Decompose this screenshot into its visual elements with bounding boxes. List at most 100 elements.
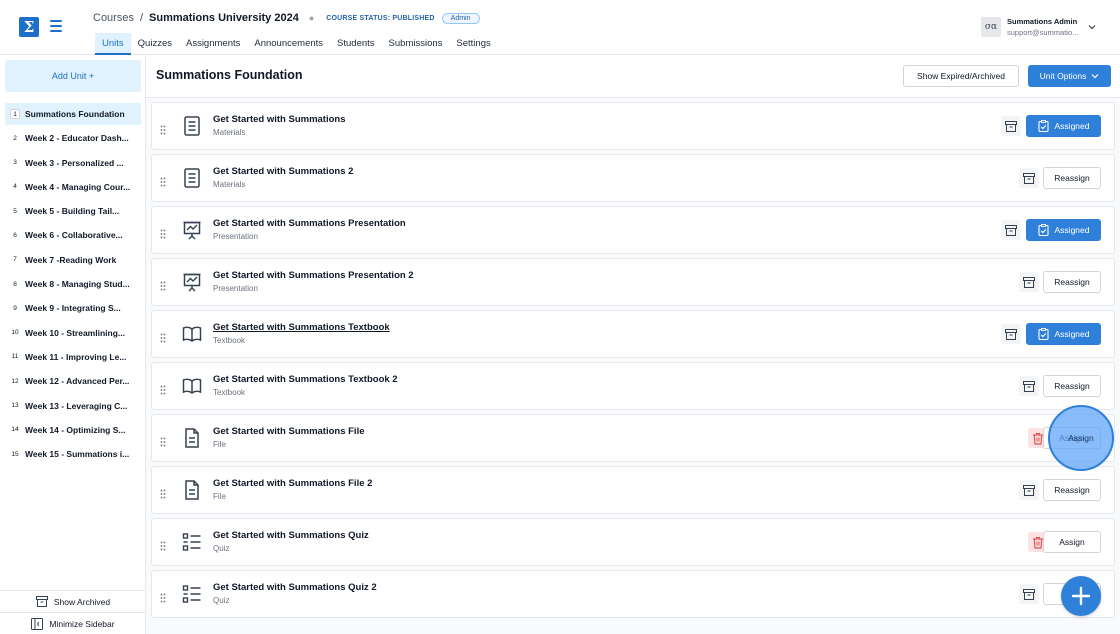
sidebar-unit-item[interactable]: 8 Week 8 - Managing Stud... [5, 273, 141, 295]
tab-settings[interactable]: Settings [449, 33, 497, 55]
archive-icon[interactable] [1001, 324, 1021, 344]
archive-icon[interactable] [1001, 220, 1021, 240]
unit-number-badge: 14 [11, 426, 19, 434]
content-row[interactable]: Get Started with Summations Quiz Quiz Assi… [151, 518, 1115, 566]
content-title-link[interactable]: Get Started with Summations Textbook 2 [213, 374, 398, 385]
content-row[interactable]: Get Started with Summations FileFileAssi… [151, 414, 1115, 462]
course-title: Summations University 2024 [149, 12, 299, 24]
tab-quizzes[interactable]: Quizzes [131, 33, 179, 55]
drag-handle-icon[interactable] [160, 382, 166, 395]
drag-handle-icon[interactable] [160, 590, 166, 603]
minimize-sidebar-button[interactable]: Minimize Sidebar [0, 612, 146, 634]
sidebar-unit-item[interactable]: 1 Summations Foundation [5, 103, 141, 125]
assigned-button[interactable]: Assigned [1026, 323, 1101, 345]
sidebar-unit-item[interactable]: 14 Week 14 - Optimizing S... [5, 419, 141, 441]
content-title-link[interactable]: Get Started with Summations [213, 114, 346, 125]
drag-handle-icon[interactable] [160, 434, 166, 447]
tab-units[interactable]: Units [95, 33, 131, 55]
main-content: Summations Foundation Show Expired/Archi… [146, 55, 1120, 634]
sidebar-unit-item[interactable]: 10 Week 10 - Streamlining... [5, 322, 141, 344]
unit-label: Week 2 - Educator Dash... [25, 133, 129, 144]
content-row[interactable]: Get Started with Summations Presentation… [151, 258, 1115, 306]
unit-number-badge: 8 [13, 280, 17, 288]
content-list: Get Started with Summations Materials Assi… [151, 102, 1115, 622]
show-expired-archived-button[interactable]: Show Expired/Archived [903, 65, 1019, 87]
sidebar-unit-item[interactable]: 7 Week 7 -Reading Work [5, 249, 141, 271]
content-title-link[interactable]: Get Started with Summations File 2 [213, 478, 372, 489]
assign-button-highlight[interactable]: Assign [1048, 405, 1114, 471]
sigma-logo-icon[interactable]: Σ [19, 17, 39, 37]
user-name: Summations Admin [1007, 17, 1078, 26]
add-content-fab[interactable] [1061, 576, 1101, 616]
reassign-button[interactable]: Reassign [1043, 479, 1101, 501]
drag-handle-icon[interactable] [160, 330, 166, 343]
content-title-link[interactable]: Get Started with Summations Textbook [213, 322, 390, 333]
user-menu[interactable]: σα Summations Admin support@summatio... [981, 16, 1096, 38]
show-archived-button[interactable]: Show Archived [0, 590, 146, 612]
reassign-button[interactable]: Reassign [1043, 375, 1101, 397]
drag-handle-icon[interactable] [160, 122, 166, 135]
assign-button[interactable]: Assign [1043, 531, 1101, 553]
tab-students[interactable]: Students [330, 33, 382, 55]
sidebar-unit-item[interactable]: 5 Week 5 - Building Tail... [5, 200, 141, 222]
sidebar-unit-item[interactable]: 13 Week 13 - Leveraging C... [5, 395, 141, 417]
sidebar-unit-item[interactable]: 11 Week 11 - Improving Le... [5, 346, 141, 368]
drag-handle-icon[interactable] [160, 278, 166, 291]
tab-submissions[interactable]: Submissions [382, 33, 450, 55]
sidebar-unit-item[interactable]: 6 Week 6 - Collaborative... [5, 224, 141, 246]
reassign-button[interactable]: Reassign [1043, 167, 1101, 189]
assigned-button[interactable]: Assigned [1026, 115, 1101, 137]
unit-number-badge: 13 [11, 402, 19, 410]
content-row[interactable]: Get Started with Summations Materials Assi… [151, 102, 1115, 150]
drag-handle-icon[interactable] [160, 174, 166, 187]
drag-handle-icon[interactable] [160, 538, 166, 551]
quiz-icon [182, 583, 202, 605]
archive-icon[interactable] [1019, 376, 1039, 396]
tab-assignments[interactable]: Assignments [179, 33, 247, 55]
archive-icon[interactable] [1019, 272, 1039, 292]
content-title-link[interactable]: Get Started with Summations Quiz 2 [213, 582, 377, 593]
action-label: Reassign [1054, 381, 1090, 391]
assigned-button[interactable]: Assigned [1026, 219, 1101, 241]
file-icon [182, 427, 202, 449]
archive-icon[interactable] [1001, 116, 1021, 136]
clipboard-check-icon [1037, 328, 1049, 340]
chevron-down-icon[interactable] [1088, 23, 1096, 31]
content-title-link[interactable]: Get Started with Summations Quiz [213, 530, 369, 541]
sidebar-unit-item[interactable]: 4 Week 4 - Managing Cour... [5, 176, 141, 198]
archive-icon[interactable] [1019, 584, 1039, 604]
unit-number-badge: 12 [11, 377, 19, 385]
content-row[interactable]: Get Started with Summations 2 Materials Re… [151, 154, 1115, 202]
course-status: COURSE STATUS: PUBLISHED [326, 14, 435, 22]
unit-label: Week 3 - Personalized ... [25, 157, 124, 168]
sidebar-unit-item[interactable]: 3 Week 3 - Personalized ... [5, 152, 141, 174]
content-row[interactable]: Get Started with Summations Quiz 2QuizR [151, 570, 1115, 618]
unit-options-button[interactable]: Unit Options [1028, 65, 1111, 87]
content-row[interactable]: Get Started with Summations Textbook Text… [151, 310, 1115, 358]
document-icon [182, 115, 202, 137]
tab-announcements[interactable]: Announcements [247, 33, 330, 55]
sidebar-unit-item[interactable]: 2 Week 2 - Educator Dash... [5, 127, 141, 149]
breadcrumb-courses-link[interactable]: Courses [93, 12, 134, 24]
content-row[interactable]: Get Started with Summations Presentation… [151, 206, 1115, 254]
reassign-button[interactable]: Reassign [1043, 271, 1101, 293]
action-label: Reassign [1054, 173, 1090, 183]
sidebar-unit-item[interactable]: 9 Week 9 - Integrating S... [5, 297, 141, 319]
archive-icon[interactable] [1019, 168, 1039, 188]
content-title-link[interactable]: Get Started with Summations File [213, 426, 365, 437]
content-title-link[interactable]: Get Started with Summations 2 [213, 166, 353, 177]
add-unit-button[interactable]: Add Unit + [5, 60, 141, 92]
drag-handle-icon[interactable] [160, 486, 166, 499]
content-title-link[interactable]: Get Started with Summations Presentation… [213, 270, 414, 281]
drag-handle-icon[interactable] [160, 226, 166, 239]
sidebar-unit-item[interactable]: 12 Week 12 - Advanced Per... [5, 370, 141, 392]
sidebar-unit-item[interactable]: 15 Week 15 - Summations i... [5, 443, 141, 465]
content-type-label: File [213, 440, 226, 449]
content-row[interactable]: Get Started with Summations File 2 File Re… [151, 466, 1115, 514]
content-row[interactable]: Get Started with Summations Textbook 2 Te… [151, 362, 1115, 410]
archive-icon[interactable] [1019, 480, 1039, 500]
show-archived-label: Show Archived [53, 596, 111, 607]
hamburger-menu-icon[interactable] [50, 20, 62, 32]
unit-label: Week 14 - Optimizing S... [25, 424, 126, 435]
content-title-link[interactable]: Get Started with Summations Presentation [213, 218, 406, 229]
